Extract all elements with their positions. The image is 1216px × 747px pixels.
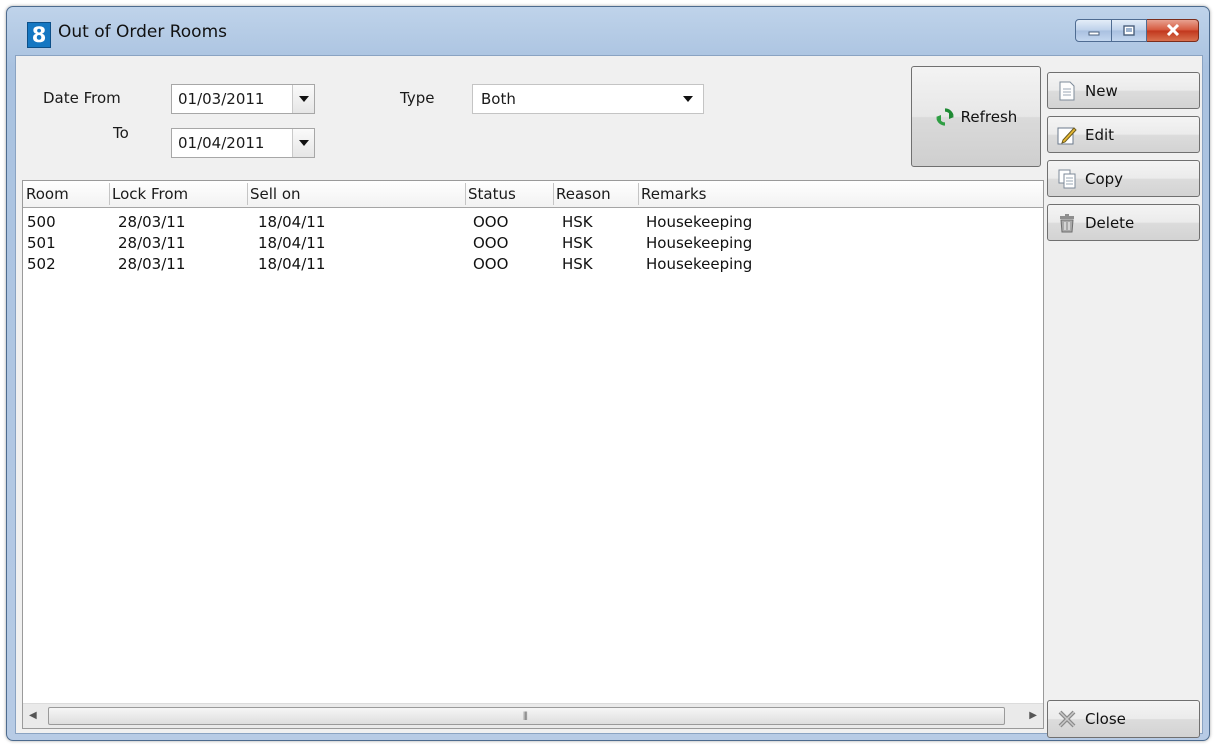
chevron-down-icon	[298, 96, 309, 102]
cell-room[interactable]: 500	[27, 213, 56, 231]
dialog-body: Date From 01/03/2011 To 01/04/2011 Type …	[15, 55, 1203, 738]
trash-icon	[1057, 213, 1077, 233]
date-to-dropdown-arrow[interactable]	[292, 129, 314, 157]
new-button[interactable]: New	[1047, 72, 1200, 109]
to-label: To	[113, 124, 129, 142]
chevron-down-icon	[298, 140, 309, 146]
cell-remarks[interactable]: Housekeeping	[646, 255, 752, 273]
copy-icon	[1057, 169, 1077, 189]
column-header-status[interactable]: Status	[465, 185, 516, 203]
refresh-icon	[935, 107, 955, 127]
cell-reason[interactable]: HSK	[562, 234, 593, 252]
cell-room[interactable]: 502	[27, 255, 56, 273]
cell-lock-from[interactable]: 28/03/11	[118, 255, 185, 273]
cell-sell-on[interactable]: 18/04/11	[258, 234, 325, 252]
new-label: New	[1085, 81, 1118, 100]
title-bar[interactable]: 8 Out of Order Rooms	[7, 7, 1209, 55]
type-select[interactable]: Both	[472, 84, 704, 114]
delete-button[interactable]: Delete	[1047, 204, 1200, 241]
cell-remarks[interactable]: Housekeeping	[646, 234, 752, 252]
scroll-right-arrow-icon[interactable]: ▶	[1029, 710, 1037, 721]
cell-status[interactable]: OOO	[473, 213, 508, 231]
window-title: Out of Order Rooms	[58, 22, 227, 42]
close-label: Close	[1085, 710, 1126, 728]
copy-label: Copy	[1085, 169, 1124, 188]
column-header-sell-on[interactable]: Sell on	[247, 185, 301, 203]
column-header-lock-from[interactable]: Lock From	[109, 185, 188, 203]
maximize-button[interactable]	[1112, 19, 1147, 42]
column-header-room[interactable]: Room	[23, 185, 69, 203]
maximize-icon	[1123, 22, 1135, 40]
cell-status[interactable]: OOO	[473, 255, 508, 273]
date-from-value: 01/03/2011	[178, 90, 265, 108]
type-value: Both	[481, 90, 516, 108]
cell-room[interactable]: 501	[27, 234, 56, 252]
refresh-button[interactable]: Refresh	[911, 66, 1041, 167]
edit-label: Edit	[1085, 125, 1115, 144]
column-header-remarks[interactable]: Remarks	[638, 185, 706, 203]
close-button[interactable]: Close	[1047, 700, 1200, 738]
edit-button[interactable]: Edit	[1047, 116, 1200, 153]
minimize-button[interactable]	[1075, 19, 1112, 42]
cell-sell-on[interactable]: 18/04/11	[258, 213, 325, 231]
refresh-label: Refresh	[960, 107, 1018, 126]
close-x-icon	[1057, 709, 1077, 729]
column-header-reason[interactable]: Reason	[553, 185, 611, 203]
scrollbar-thumb[interactable]: ⦀	[48, 707, 1005, 725]
cell-lock-from[interactable]: 28/03/11	[118, 234, 185, 252]
chevron-down-icon	[683, 96, 693, 102]
app-icon: 8	[27, 22, 51, 48]
date-from-picker[interactable]: 01/03/2011	[171, 84, 315, 114]
edit-pencil-icon	[1057, 125, 1077, 145]
cell-status[interactable]: OOO	[473, 234, 508, 252]
minimize-icon	[1088, 22, 1100, 40]
scrollbar-grip-icon: ⦀	[523, 710, 528, 723]
out-of-order-rooms-list[interactable]: Room Lock From Sell on Status Reason Rem…	[22, 180, 1044, 729]
date-to-picker[interactable]: 01/04/2011	[171, 128, 315, 158]
list-header: Room Lock From Sell on Status Reason Rem…	[23, 181, 1043, 208]
date-from-dropdown-arrow[interactable]	[292, 85, 314, 113]
cell-reason[interactable]: HSK	[562, 213, 593, 231]
cell-sell-on[interactable]: 18/04/11	[258, 255, 325, 273]
close-icon	[1166, 22, 1180, 40]
close-window-button[interactable]	[1147, 19, 1199, 42]
type-label: Type	[400, 89, 435, 107]
copy-button[interactable]: Copy	[1047, 160, 1200, 197]
cell-reason[interactable]: HSK	[562, 255, 593, 273]
cell-remarks[interactable]: Housekeeping	[646, 213, 752, 231]
date-from-label: Date From	[43, 89, 121, 107]
delete-label: Delete	[1085, 213, 1135, 232]
new-document-icon	[1057, 81, 1077, 101]
scroll-left-arrow-icon[interactable]: ◀	[29, 710, 37, 721]
horizontal-scrollbar[interactable]: ◀ ⦀ ▶	[23, 703, 1043, 728]
date-to-value: 01/04/2011	[178, 134, 265, 152]
out-of-order-rooms-window: 8 Out of Order Rooms Date From 01/03/201…	[6, 6, 1210, 741]
window-controls	[1075, 19, 1199, 42]
cell-lock-from[interactable]: 28/03/11	[118, 213, 185, 231]
type-dropdown-arrow[interactable]	[673, 85, 703, 113]
